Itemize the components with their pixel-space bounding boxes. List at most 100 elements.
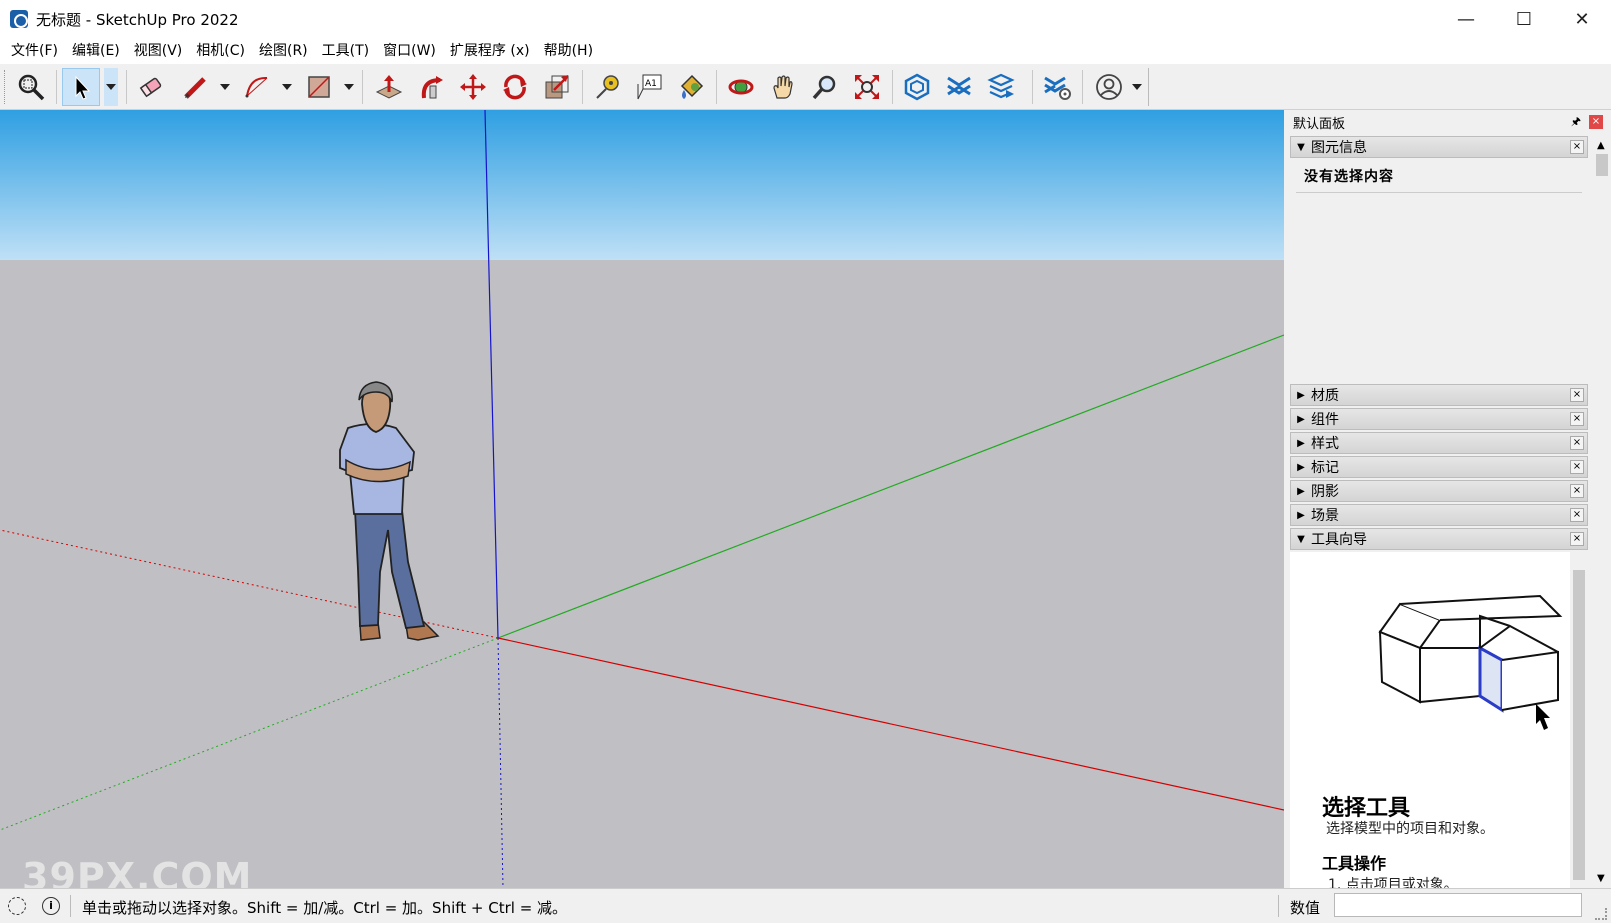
- panel-close-button[interactable]: ×: [1570, 484, 1584, 498]
- zoom-magnifier-icon: [812, 75, 836, 100]
- menu-help[interactable]: 帮助(H): [537, 38, 600, 64]
- zoom-extents-icon: [855, 75, 879, 99]
- instructor-step-1: 1. 点击项目或对象。: [1328, 877, 1458, 888]
- drawing-viewport[interactable]: 39PX.COM: [0, 110, 1284, 888]
- window-title: 无标题 - SketchUp Pro 2022: [36, 10, 239, 29]
- watermark-text: 39PX.COM: [22, 855, 253, 888]
- panel-close-button[interactable]: ×: [1570, 460, 1584, 474]
- 3d-warehouse-button[interactable]: [898, 68, 936, 106]
- paint-bucket-tool-button[interactable]: [672, 68, 710, 106]
- arc-tool-dropdown[interactable]: [280, 68, 294, 106]
- panel-close-button[interactable]: ×: [1570, 436, 1584, 450]
- panel-close-button[interactable]: ×: [1570, 388, 1584, 402]
- instructor-operations-heading: 工具操作: [1322, 854, 1387, 873]
- ground: [0, 260, 1284, 888]
- panel-materials[interactable]: ▶ 材质 ×: [1290, 384, 1588, 406]
- layout-button[interactable]: [982, 68, 1020, 106]
- menu-file[interactable]: 文件(F): [4, 38, 65, 64]
- select-tool-button[interactable]: [62, 68, 100, 106]
- toolbar-grip[interactable]: [4, 70, 7, 104]
- menu-tools[interactable]: 工具(T): [315, 38, 376, 64]
- select-tool-illustration: [1378, 594, 1563, 730]
- push-pull-icon: [375, 75, 403, 99]
- panel-entity-info[interactable]: ▼ 图元信息 ×: [1290, 136, 1588, 158]
- panel-instructor[interactable]: ▼ 工具向导 ×: [1290, 528, 1588, 550]
- entity-status-text: 没有选择内容: [1304, 169, 1394, 185]
- select-arrow-icon: [75, 75, 91, 100]
- extension-manager-button[interactable]: [1038, 68, 1076, 106]
- panel-close-button[interactable]: ×: [1570, 532, 1584, 546]
- model-scene[interactable]: [0, 110, 1284, 888]
- extension-warehouse-button[interactable]: [940, 68, 978, 106]
- menu-draw[interactable]: 绘图(R): [252, 38, 315, 64]
- tray-close-button[interactable]: ×: [1589, 115, 1603, 129]
- pencil-tool-dropdown[interactable]: [218, 68, 232, 106]
- pencil-icon: [184, 77, 206, 99]
- orbit-icon: [728, 79, 754, 95]
- rectangle-tool-button[interactable]: [300, 68, 338, 106]
- extension-warehouse-icon: [947, 76, 971, 96]
- zoom-extents-tool-button[interactable]: [848, 68, 886, 106]
- status-hint-text: 单击或拖动以选择对象。Shift = 加/减。Ctrl = 加。Shift + …: [82, 899, 568, 917]
- pan-tool-button[interactable]: [764, 68, 802, 106]
- svg-text:A1: A1: [645, 79, 657, 89]
- panel-shadows[interactable]: ▶ 阴影 ×: [1290, 480, 1588, 502]
- arc-tool-button[interactable]: [238, 68, 276, 106]
- extension-manager-icon: [1044, 76, 1071, 100]
- large-toolset-toolbar: A1: [0, 64, 1611, 110]
- maximize-button[interactable]: ☐: [1495, 0, 1553, 38]
- follow-me-tool-button[interactable]: [412, 68, 450, 106]
- rotate-tool-button[interactable]: [496, 68, 534, 106]
- menu-window[interactable]: 窗口(W): [376, 38, 443, 64]
- menu-camera[interactable]: 相机(C): [189, 38, 252, 64]
- tray-header: 默认面板 🖈 ×: [1288, 110, 1611, 134]
- eraser-tool-button[interactable]: [132, 68, 170, 106]
- measurements-input[interactable]: [1334, 893, 1582, 917]
- tape-measure-tool-button[interactable]: [588, 68, 626, 106]
- scroll-down-arrow-icon[interactable]: ▼: [1597, 873, 1605, 884]
- account-dropdown[interactable]: [1130, 68, 1144, 106]
- move-tool-button[interactable]: [454, 68, 492, 106]
- panel-label: 样式: [1311, 436, 1339, 452]
- measurements-label: 数值: [1290, 899, 1321, 917]
- account-button[interactable]: [1090, 68, 1128, 106]
- layout-send-icon: [987, 73, 1015, 99]
- panel-label: 材质: [1311, 388, 1339, 404]
- menu-edit[interactable]: 编辑(E): [65, 38, 127, 64]
- select-tool-dropdown[interactable]: [104, 68, 118, 106]
- minimize-button[interactable]: —: [1437, 0, 1495, 38]
- tray-pin-icon[interactable]: 🖈: [1569, 115, 1583, 129]
- scale-tool-button[interactable]: [538, 68, 576, 106]
- close-button[interactable]: ✕: [1553, 0, 1611, 38]
- panel-close-button[interactable]: ×: [1570, 412, 1584, 426]
- geo-location-icon[interactable]: [8, 897, 26, 915]
- panel-label: 图元信息: [1311, 140, 1367, 156]
- menu-extensions[interactable]: 扩展程序 (x): [443, 38, 537, 64]
- paint-bucket-icon: [680, 74, 704, 99]
- scroll-up-arrow-icon[interactable]: ▲: [1597, 140, 1605, 151]
- arc-icon: [245, 76, 268, 98]
- panel-components[interactable]: ▶ 组件 ×: [1290, 408, 1588, 430]
- resize-grip[interactable]: [1595, 908, 1607, 920]
- info-icon[interactable]: i: [42, 897, 60, 915]
- panel-close-button[interactable]: ×: [1570, 140, 1584, 154]
- expanded-triangle-icon: ▼: [1297, 533, 1305, 545]
- panel-scenes[interactable]: ▶ 场景 ×: [1290, 504, 1588, 526]
- zoom-window-tool-button[interactable]: [12, 68, 50, 106]
- panel-tags[interactable]: ▶ 标记 ×: [1290, 456, 1588, 478]
- orbit-tool-button[interactable]: [722, 68, 760, 106]
- pan-hand-icon: [773, 75, 793, 99]
- panel-close-button[interactable]: ×: [1570, 508, 1584, 522]
- collapsed-triangle-icon: ▶: [1297, 485, 1305, 497]
- panel-styles[interactable]: ▶ 样式 ×: [1290, 432, 1588, 454]
- zoom-window-icon: [18, 74, 45, 101]
- push-pull-tool-button[interactable]: [370, 68, 408, 106]
- pencil-tool-button[interactable]: [176, 68, 214, 106]
- text-tool-button[interactable]: A1: [630, 68, 668, 106]
- tray-scrollbar[interactable]: ▲ ▼: [1593, 136, 1611, 888]
- instructor-scrollbar[interactable]: [1570, 552, 1588, 888]
- text-label-icon: A1: [637, 74, 662, 100]
- rectangle-tool-dropdown[interactable]: [342, 68, 356, 106]
- menu-view[interactable]: 视图(V): [127, 38, 190, 64]
- zoom-tool-button[interactable]: [806, 68, 844, 106]
